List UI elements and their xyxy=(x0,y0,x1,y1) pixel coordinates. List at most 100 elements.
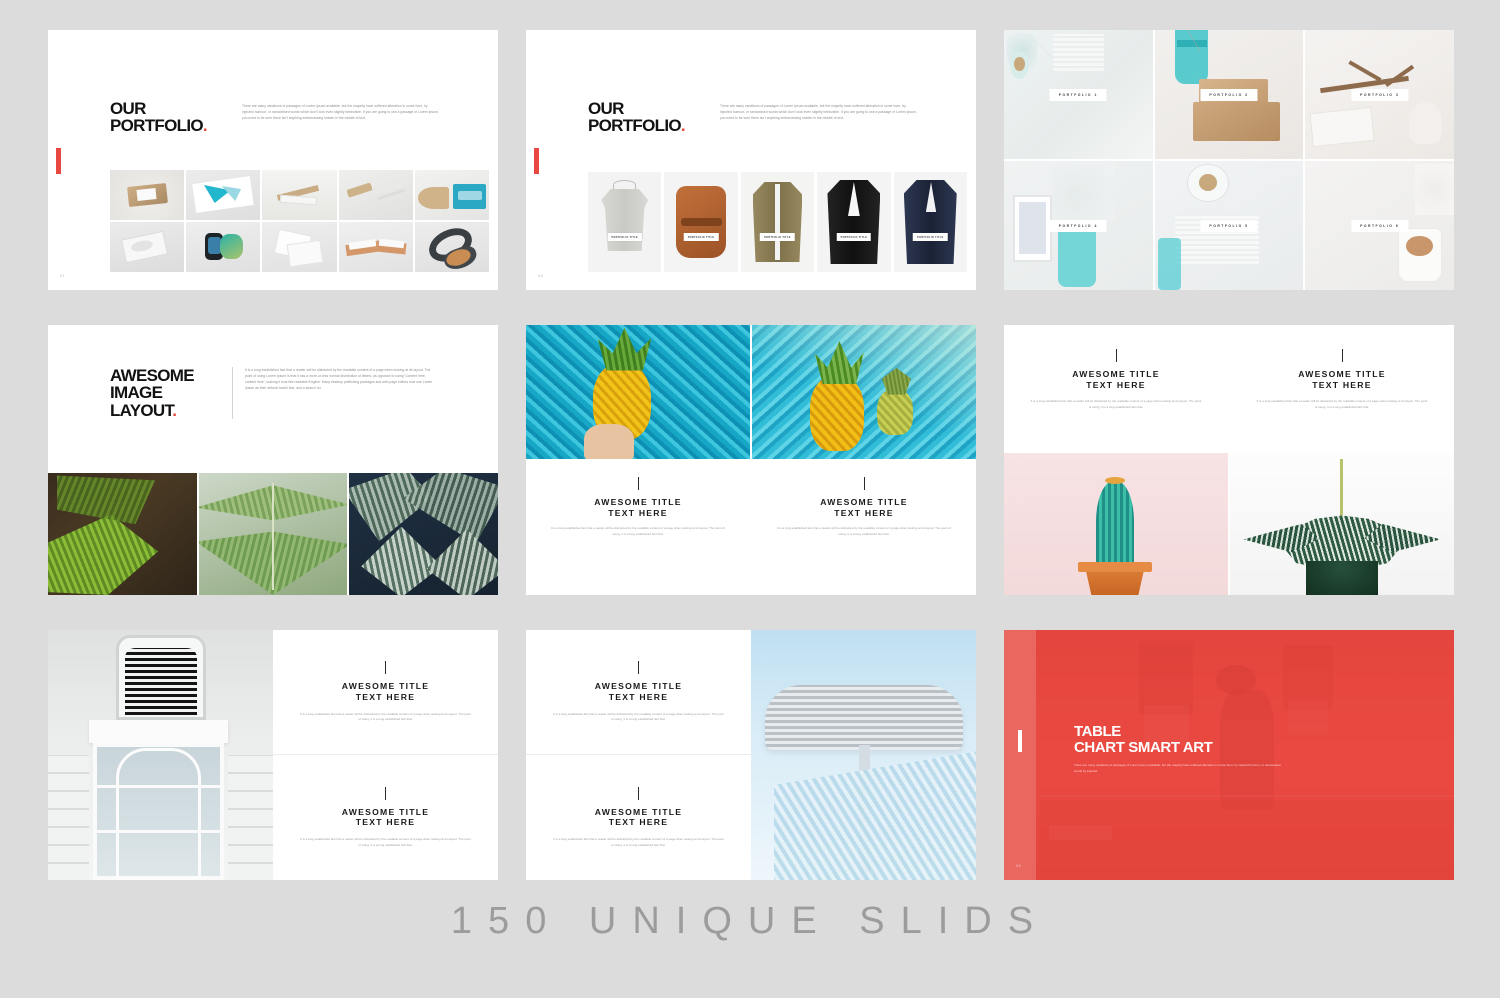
image-shutter-window[interactable] xyxy=(48,630,273,880)
white-accent-tab xyxy=(1018,730,1022,752)
slide-window-left-image[interactable]: AWESOME TITLE TEXT HERE It is a long est… xyxy=(48,630,498,880)
thumbnail-navy-suit[interactable]: PORTFOLIO TITLE xyxy=(893,172,967,272)
title-line-2: PORTFOLIO xyxy=(588,116,682,136)
title-line-1: AWESOME TITLE xyxy=(1298,369,1386,379)
portfolio-tag[interactable]: PORTFOLIO TITLE xyxy=(836,233,872,241)
image-aloe-succulent[interactable] xyxy=(1230,453,1454,595)
title-line-2: CHART SMART ART xyxy=(1074,739,1213,757)
thumbnail-grey-sweater[interactable]: PORTFOLIO TITLE xyxy=(588,172,662,272)
portfolio-grid: PORTFOLIO 1 PORTFOLIO 2 PORTFOLIO 3 PORT… xyxy=(1004,30,1454,290)
section-title: AWESOME TITLE TEXT HERE xyxy=(299,807,472,828)
section-paragraph: It is a long established fact that a rea… xyxy=(776,526,952,537)
slide-awesome-image-layout[interactable]: AWESOME IMAGE LAYOUT. It is a long estab… xyxy=(48,325,498,595)
two-column-layout: AWESOME TITLE TEXT HERE It is a long est… xyxy=(1004,325,1454,595)
portfolio-label[interactable]: PORTFOLIO 4 xyxy=(1049,219,1107,232)
slide-plants-two-col[interactable]: AWESOME TITLE TEXT HERE It is a long est… xyxy=(1004,325,1454,595)
image-fern-light-green[interactable] xyxy=(198,473,348,595)
page-title: AWESOME IMAGE LAYOUT. xyxy=(110,367,220,419)
title-tick-mark xyxy=(385,661,386,675)
thumbnail-olive-blazer[interactable]: PORTFOLIO TITLE xyxy=(740,172,815,272)
deck-caption: 150 UNIQUE SLIDS xyxy=(450,900,1050,942)
title-line-1: AWESOME TITLE xyxy=(594,681,683,692)
slide-header: AWESOME IMAGE LAYOUT. It is a long estab… xyxy=(110,367,435,419)
thumbnail-headphones-mockup[interactable] xyxy=(414,222,489,272)
slide-portfolio-products[interactable]: OUR PORTFOLIO. There are many variations… xyxy=(48,30,498,290)
title-tick-mark xyxy=(385,786,386,800)
portfolio-label[interactable]: PORTFOLIO 6 xyxy=(1351,219,1409,232)
title-line-1: OUR xyxy=(588,99,624,118)
title-line-1: AWESOME xyxy=(110,366,195,385)
title-line-1: AWESOME TITLE xyxy=(594,806,683,817)
thumbnail-teal-mug-mockup[interactable] xyxy=(414,170,489,220)
portfolio-label[interactable]: PORTFOLIO 5 xyxy=(1200,219,1258,232)
slide-portfolio-apparel[interactable]: OUR PORTFOLIO. There are many variations… xyxy=(526,30,976,290)
title-line-2: TEXT HERE xyxy=(355,691,416,702)
slide-portfolio-grid[interactable]: PORTFOLIO 1 PORTFOLIO 2 PORTFOLIO 3 PORT… xyxy=(1004,30,1454,290)
section-paragraph: It is a long established fact that a rea… xyxy=(553,711,724,722)
title-line-2: TEXT HERE xyxy=(608,507,668,518)
section-title: AWESOME TITLE TEXT HERE xyxy=(548,497,728,518)
red-hero: TABLE CHART SMART ART There are many var… xyxy=(1004,630,1454,880)
page-number: 02 xyxy=(538,273,544,278)
thumbnail-stacked-cards-mockup[interactable] xyxy=(338,222,413,272)
section-paragraph: It is a long established fact that a rea… xyxy=(550,526,726,537)
apparel-image-row: PORTFOLIO TITLE PORTFOLIO TITLE PORTFOLI… xyxy=(588,172,967,272)
page-number: 09 xyxy=(1016,863,1022,868)
portfolio-cell-1[interactable]: PORTFOLIO 1 xyxy=(1004,30,1153,159)
portfolio-label[interactable]: PORTFOLIO 1 xyxy=(1049,88,1107,101)
thumbnail-box-mockup[interactable] xyxy=(110,170,185,220)
title-line-1: AWESOME TITLE xyxy=(594,497,682,507)
title-accent-dot: . xyxy=(172,400,177,420)
title-line-1: OUR xyxy=(110,99,146,118)
image-fern-dark-green[interactable] xyxy=(48,473,197,595)
thumbnail-smartwatch-mockup[interactable] xyxy=(186,222,261,272)
section-paragraph: It is a long established fact that a rea… xyxy=(1256,399,1428,410)
portfolio-cell-5[interactable]: PORTFOLIO 5 xyxy=(1154,161,1304,290)
portfolio-cell-3[interactable]: PORTFOLIO 3 xyxy=(1305,30,1454,159)
portfolio-tag[interactable]: PORTFOLIO TITLE xyxy=(607,233,642,241)
thumbnail-paper-stand-mockup[interactable] xyxy=(262,170,337,220)
thumbnail-wood-block-mockup[interactable] xyxy=(338,170,413,220)
caption-block-right: AWESOME TITLE TEXT HERE It is a long est… xyxy=(752,459,976,595)
portfolio-tag[interactable]: PORTFOLIO TITLE xyxy=(683,233,719,241)
caption-block-left: AWESOME TITLE TEXT HERE It is a long est… xyxy=(1004,325,1228,453)
portfolio-cell-2[interactable]: PORTFOLIO 2 xyxy=(1154,30,1304,159)
section-title: AWESOME TITLE TEXT HERE xyxy=(552,807,725,828)
thumbnail-black-suit[interactable]: PORTFOLIO TITLE xyxy=(817,172,891,272)
thumbnail-business-card-mockup[interactable] xyxy=(110,222,185,272)
slide-pineapple-two-col[interactable]: AWESOME TITLE TEXT HERE It is a long est… xyxy=(526,325,976,595)
slide-deck: OUR PORTFOLIO. There are many variations… xyxy=(48,30,1455,880)
product-image-grid xyxy=(110,170,489,272)
thumbnail-a5-paper-mockup[interactable] xyxy=(262,222,337,272)
title-line-1: AWESOME TITLE xyxy=(820,497,908,507)
section-paragraph: It is a long established fact that a rea… xyxy=(1030,399,1202,410)
portfolio-cell-6[interactable]: PORTFOLIO 6 xyxy=(1305,161,1454,290)
page-title: OUR PORTFOLIO. xyxy=(110,100,230,135)
title-line-2: TEXT HERE xyxy=(834,507,894,518)
portfolio-tag[interactable]: PORTFOLIO TITLE xyxy=(913,233,948,241)
page-title: TABLE CHART SMART ART xyxy=(1074,723,1374,757)
image-hand-holding-pineapple[interactable] xyxy=(526,325,750,459)
image-fern-blue-green[interactable] xyxy=(349,473,498,595)
column-left: AWESOME TITLE TEXT HERE It is a long est… xyxy=(1004,325,1228,595)
intro-paragraph: There are many variations of passages of… xyxy=(720,104,917,121)
section-title: AWESOME TITLE TEXT HERE xyxy=(552,681,725,702)
image-cactus-orange-pot[interactable] xyxy=(1004,453,1228,595)
text-image-split: AWESOME TITLE TEXT HERE It is a long est… xyxy=(526,630,976,880)
portfolio-label[interactable]: PORTFOLIO 3 xyxy=(1351,88,1409,101)
slide-table-chart-smart-art[interactable]: TABLE CHART SMART ART There are many var… xyxy=(1004,630,1454,880)
title-line-1: TABLE xyxy=(1074,723,1121,740)
portfolio-cell-4[interactable]: PORTFOLIO 4 xyxy=(1004,161,1153,290)
slide-building-right-image[interactable]: AWESOME TITLE TEXT HERE It is a long est… xyxy=(526,630,976,880)
portfolio-tag[interactable]: PORTFOLIO TITLE xyxy=(760,233,795,241)
title-line-2: PORTFOLIO xyxy=(110,116,204,136)
image-lattice-building[interactable] xyxy=(751,630,976,880)
column-right: AWESOME TITLE TEXT HERE It is a long est… xyxy=(752,325,976,595)
title-line-1: AWESOME TITLE xyxy=(341,806,430,817)
image-two-pineapples[interactable] xyxy=(752,325,976,459)
caption-block-left: AWESOME TITLE TEXT HERE It is a long est… xyxy=(526,459,750,595)
red-accent-tab xyxy=(56,148,61,174)
thumbnail-teal-paper-mockup[interactable] xyxy=(186,170,261,220)
thumbnail-leather-backpack[interactable]: PORTFOLIO TITLE xyxy=(664,172,738,272)
portfolio-label[interactable]: PORTFOLIO 2 xyxy=(1200,88,1258,101)
